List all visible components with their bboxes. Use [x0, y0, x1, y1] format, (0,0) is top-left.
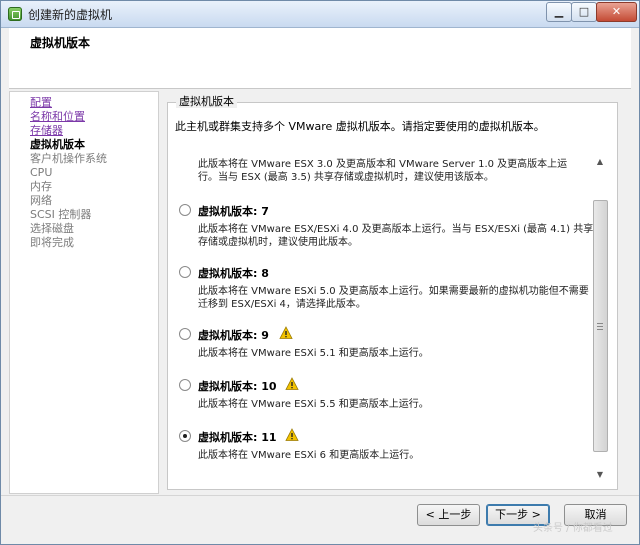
- sidebar-item-config[interactable]: 配置: [30, 96, 52, 109]
- sidebar-item-storage[interactable]: 存储器: [30, 124, 63, 137]
- version-10-label[interactable]: 虚拟机版本: 10: [198, 378, 277, 394]
- minimize-button[interactable]: ▁: [546, 2, 572, 22]
- sidebar-item-scsi-controller: SCSI 控制器: [30, 208, 92, 221]
- version-7-description: 此版本将在 VMware ESX/ESXi 4.0 及更高版本上运行。当与 ES…: [198, 224, 594, 248]
- wizard-window: 创建新的虚拟机 ▁ □ ✕ 虚拟机版本 配置 名称和位置 存储器 虚拟机版本 客…: [0, 0, 640, 545]
- wizard-steps-sidebar: 配置 名称和位置 存储器 虚拟机版本 客户机操作系统 CPU 内存 网络 SCS…: [9, 91, 159, 494]
- version-11-label[interactable]: 虚拟机版本: 11: [198, 429, 277, 445]
- version-11-description: 此版本将在 VMware ESXi 6 和更高版本上运行。: [198, 450, 420, 461]
- sidebar-item-guest-os: 客户机操作系统: [30, 152, 107, 165]
- version-8-radio[interactable]: [179, 266, 191, 278]
- version-10-radio[interactable]: [179, 379, 191, 391]
- vertical-scrollbar[interactable]: ▲ ▼: [593, 156, 608, 481]
- sidebar-item-vm-version: 虚拟机版本: [30, 138, 85, 151]
- version-8-description: 此版本将在 VMware ESXi 5.0 及更高版本上运行。如果需要最新的虚拟…: [198, 286, 589, 310]
- sidebar-item-select-disk: 选择磁盘: [30, 222, 74, 235]
- warning-icon: [279, 326, 293, 339]
- footer-divider: [1, 495, 639, 496]
- sidebar-item-cpu: CPU: [30, 166, 53, 179]
- sidebar-item-name-location[interactable]: 名称和位置: [30, 110, 85, 123]
- maximize-button[interactable]: □: [571, 2, 597, 22]
- watermark-text: 头条号 / 你都看过: [533, 523, 613, 534]
- wizard-header: 虚拟机版本: [9, 28, 631, 89]
- vsphere-app-icon: [8, 7, 22, 21]
- title-bar[interactable]: 创建新的虚拟机 ▁ □ ✕: [1, 1, 639, 28]
- close-button[interactable]: ✕: [596, 2, 637, 22]
- version-options-scroll-pane[interactable]: 此版本将在 VMware ESX 3.0 及更高版本和 VMware Serve…: [169, 156, 605, 481]
- version-11-radio-selected[interactable]: [179, 430, 191, 442]
- version-4-description-partial: 此版本将在 VMware ESX 3.0 及更高版本和 VMware Serve…: [198, 159, 568, 183]
- grip-icon: [597, 323, 603, 330]
- warning-icon: [285, 377, 299, 390]
- sidebar-item-ready-to-complete: 即将完成: [30, 236, 74, 249]
- scroll-down-arrow-icon[interactable]: ▼: [593, 469, 607, 481]
- page-title: 虚拟机版本: [30, 36, 91, 50]
- scroll-up-arrow-icon[interactable]: ▲: [593, 156, 607, 168]
- sidebar-item-memory: 内存: [30, 180, 52, 193]
- version-7-label[interactable]: 虚拟机版本: 7: [198, 203, 269, 219]
- version-10-description: 此版本将在 VMware ESXi 5.5 和更高版本上运行。: [198, 399, 429, 410]
- version-8-label[interactable]: 虚拟机版本: 8: [198, 265, 269, 281]
- version-9-radio[interactable]: [179, 328, 191, 340]
- window-title: 创建新的虚拟机: [28, 8, 113, 22]
- version-9-description: 此版本将在 VMware ESXi 5.1 和更高版本上运行。: [198, 348, 429, 359]
- version-7-radio[interactable]: [179, 204, 191, 216]
- version-9-label[interactable]: 虚拟机版本: 9: [198, 327, 269, 343]
- groupbox-legend: 虚拟机版本: [176, 96, 237, 108]
- groupbox-description: 此主机或群集支持多个 VMware 虚拟机版本。请指定要使用的虚拟机版本。: [175, 120, 545, 133]
- sidebar-item-network: 网络: [30, 194, 52, 207]
- scrollbar-thumb[interactable]: [593, 200, 608, 452]
- warning-icon: [285, 428, 299, 441]
- back-button[interactable]: < 上一步: [417, 504, 480, 526]
